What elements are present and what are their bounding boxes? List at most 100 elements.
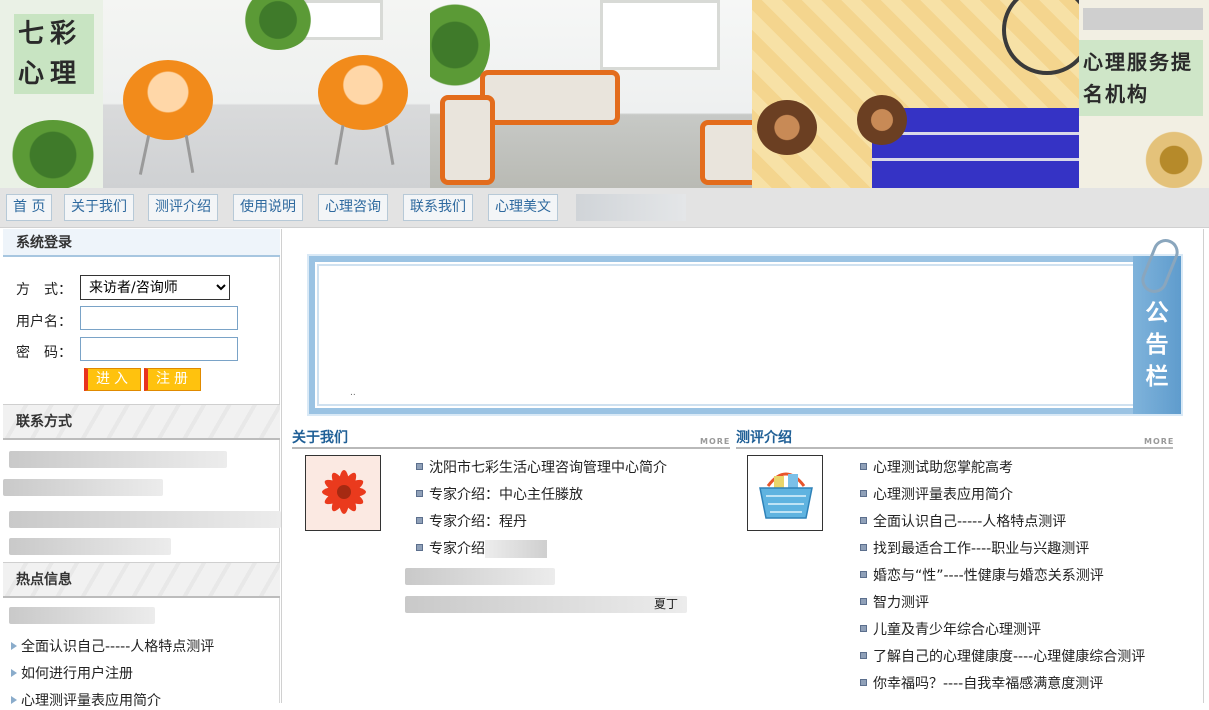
triangle-bullet-icon	[11, 669, 17, 677]
square-bullet-icon	[860, 489, 867, 497]
basket-thumbnail	[747, 455, 823, 531]
assess-more-link[interactable]: MORE	[1144, 437, 1174, 446]
sidebar: 系统登录 方 式： 来访者/咨询师 用户名： 密 码： 进入 注册 联系方式 热…	[3, 229, 281, 709]
login-mode-select[interactable]: 来访者/咨询师	[80, 275, 230, 300]
square-bullet-icon	[860, 516, 867, 524]
hot-item[interactable]: 全面认识自己-----人格特点测评	[11, 636, 214, 656]
username-input[interactable]	[80, 306, 238, 330]
list-item-label: 沈阳市七彩生活心理咨询管理中心简介	[429, 460, 667, 476]
list-item-label: 全面认识自己-----人格特点测评	[873, 514, 1067, 530]
nav-articles[interactable]: 心理美文	[488, 194, 558, 221]
sofa-image	[480, 70, 620, 125]
list-item-label: 智力测评	[873, 595, 929, 611]
hot-item[interactable]: 如何进行用户注册	[11, 663, 133, 683]
notice-tab-char: 栏	[1145, 363, 1169, 390]
list-item-label: 婚恋与“性”----性健康与婚恋关系测评	[873, 568, 1104, 584]
about-blurred-line	[405, 596, 687, 613]
lattice-window-image	[1002, 0, 1079, 75]
chair-leg	[384, 125, 395, 165]
square-bullet-icon	[860, 597, 867, 605]
list-item[interactable]: 智力测评	[860, 592, 1145, 619]
orange-chair-image	[123, 60, 213, 140]
about-more-link[interactable]: MORE	[700, 437, 730, 446]
hot-item-label: 心理测评量表应用简介	[21, 693, 161, 709]
list-item[interactable]: 找到最适合工作----职业与兴趣测评	[860, 538, 1145, 565]
nav-contact[interactable]: 联系我们	[403, 194, 473, 221]
list-item[interactable]: 儿童及青少年综合心理测评	[860, 619, 1145, 646]
list-item-label: 专家介绍：中心主任滕放	[429, 487, 583, 503]
list-item-label: 专家介绍	[429, 541, 485, 557]
square-bullet-icon	[416, 516, 423, 524]
flower-thumbnail	[305, 455, 381, 531]
about-article-list: 沈阳市七彩生活心理咨询管理中心简介 专家介绍：中心主任滕放 专家介绍：程丹 专家…	[416, 457, 667, 565]
chair-leg	[184, 135, 195, 173]
list-item-label: 你幸福吗？----自我幸福感满意度测评	[873, 676, 1104, 692]
list-item[interactable]: 专家介绍：程丹	[416, 511, 667, 538]
enter-button[interactable]: 进入	[84, 368, 141, 391]
about-blurred-line	[405, 568, 555, 585]
list-item[interactable]: 心理测试助您掌舵高考	[860, 457, 1145, 484]
square-bullet-icon	[860, 543, 867, 551]
notice-tab-char: 告	[1145, 331, 1169, 358]
list-item-label: 儿童及青少年综合心理测评	[873, 622, 1041, 638]
list-item[interactable]: 了解自己的心理健康度----心理健康综合测评	[860, 646, 1145, 673]
blurred-text	[1083, 8, 1203, 30]
password-label: 密 码：	[16, 345, 72, 361]
login-heading: 系统登录	[3, 229, 280, 257]
list-item[interactable]: 心理测评量表应用简介	[860, 484, 1145, 511]
nav-counseling[interactable]: 心理咨询	[318, 194, 388, 221]
sofa-image	[440, 95, 495, 185]
nav-home[interactable]: 首 页	[6, 194, 53, 221]
list-item[interactable]: 全面认识自己-----人格特点测评	[860, 511, 1145, 538]
contact-blurred-line	[3, 479, 163, 496]
notice-board: .. 公 告 栏	[307, 235, 1183, 416]
nav-assessment[interactable]: 测评介绍	[148, 194, 218, 221]
mode-label: 方 式：	[16, 282, 72, 298]
square-bullet-icon	[416, 462, 423, 470]
square-bullet-icon	[416, 543, 423, 551]
list-item-label: 心理测评量表应用简介	[873, 487, 1013, 503]
register-button[interactable]: 注册	[144, 368, 201, 391]
square-bullet-icon	[860, 678, 867, 686]
list-item-label: 了解自己的心理健康度----心理健康综合测评	[873, 649, 1146, 665]
list-item[interactable]: 专家介绍	[416, 538, 667, 565]
section-divider	[292, 447, 730, 449]
hot-heading: 热点信息	[3, 562, 280, 598]
hot-item-label: 全面认识自己-----人格特点测评	[21, 639, 215, 655]
notice-text: ..	[350, 388, 356, 398]
blurred-text	[485, 540, 547, 558]
nav-usage[interactable]: 使用说明	[233, 194, 303, 221]
list-item[interactable]: 婚恋与“性”----性健康与婚恋关系测评	[860, 565, 1145, 592]
contact-blurred-line	[9, 511, 281, 528]
site-logo-text: 七彩心理	[14, 14, 94, 94]
wood-chair-image	[857, 95, 907, 145]
banner-photo-room-3	[752, 0, 1079, 188]
section-divider	[736, 447, 1173, 449]
nav-blurred-item[interactable]	[576, 194, 686, 221]
orange-chair-image	[318, 55, 408, 130]
assess-section-title: 测评介绍	[736, 430, 792, 446]
list-item[interactable]: 沈阳市七彩生活心理咨询管理中心简介	[416, 457, 667, 484]
decor-image	[1139, 130, 1209, 188]
logo-left: 七彩心理	[0, 0, 103, 188]
chair-leg	[334, 125, 345, 165]
plant-image	[243, 0, 313, 50]
logo-right: 心理服务提名机构	[1079, 0, 1209, 188]
banner-photo-room-2	[430, 0, 752, 188]
square-bullet-icon	[860, 624, 867, 632]
list-item[interactable]: 专家介绍：中心主任滕放	[416, 484, 667, 511]
square-bullet-icon	[860, 651, 867, 659]
list-item-label: 心理测试助您掌舵高考	[873, 460, 1013, 476]
square-bullet-icon	[416, 489, 423, 497]
nav-about[interactable]: 关于我们	[64, 194, 134, 221]
main-nav: 首 页 关于我们 测评介绍 使用说明 心理咨询 联系我们 心理美文	[0, 188, 1209, 228]
password-input[interactable]	[80, 337, 238, 361]
window-image	[600, 0, 720, 70]
plant-image	[8, 120, 98, 188]
wood-chair-image	[757, 100, 817, 155]
triangle-bullet-icon	[11, 642, 17, 650]
service-badge-text: 心理服务提名机构	[1079, 40, 1203, 116]
hot-item[interactable]: 心理测评量表应用简介	[11, 690, 161, 710]
list-item[interactable]: 你幸福吗？----自我幸福感满意度测评	[860, 673, 1145, 700]
square-bullet-icon	[860, 570, 867, 578]
